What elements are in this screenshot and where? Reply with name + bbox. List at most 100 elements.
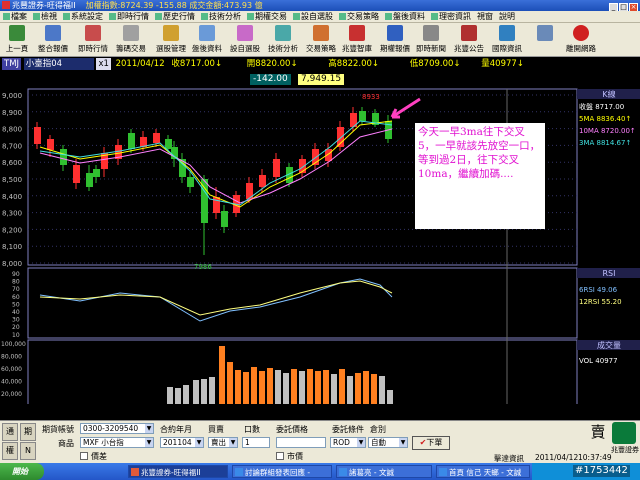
quick-btn-1[interactable]: 通 bbox=[2, 423, 18, 441]
chart-icon bbox=[201, 13, 208, 20]
cond-select[interactable]: ROD ▼ bbox=[330, 437, 366, 448]
ma-legend-item: 10MA 8720.00↑ bbox=[579, 127, 636, 135]
price-tick: 8,300 bbox=[2, 210, 22, 218]
menu-watchlist[interactable]: 設自選股 bbox=[290, 11, 336, 23]
rsi-tick: 60 bbox=[12, 294, 20, 301]
price-input[interactable] bbox=[276, 437, 326, 448]
rsi-tick: 40 bbox=[12, 309, 20, 316]
data-icon bbox=[199, 25, 215, 41]
menu-research[interactable]: 理密資訊 bbox=[428, 11, 474, 23]
volume-bar bbox=[323, 370, 329, 404]
realtime-quote-button[interactable]: 即時行情 bbox=[78, 24, 108, 56]
menu-history[interactable]: 歷史行情 bbox=[152, 11, 198, 23]
start-button[interactable]: 開始 bbox=[0, 463, 44, 480]
candle-body bbox=[337, 127, 344, 147]
history-icon bbox=[155, 13, 162, 20]
strategy-icon bbox=[339, 13, 346, 20]
stop-icon bbox=[573, 25, 589, 41]
task-forum[interactable]: 討論群組發表回應 - bbox=[232, 465, 332, 478]
index-ticker: 加權指數:8724.39 -155.88 成交金額:473.93 億 bbox=[85, 1, 263, 10]
think-tank-button[interactable]: 兆豐智庫 bbox=[342, 24, 372, 56]
rsi-tick: 70 bbox=[12, 286, 20, 293]
menu-options[interactable]: 期權交易 bbox=[244, 11, 290, 23]
product-selector[interactable]: 小臺指04 bbox=[23, 58, 94, 70]
network-button[interactable] bbox=[530, 24, 560, 56]
month-select[interactable]: 201104 ▼ bbox=[160, 437, 204, 448]
month-label: 合約年月 bbox=[160, 425, 192, 434]
integrated-quote-button[interactable]: 整合報價 bbox=[38, 24, 68, 56]
quick-btn-2[interactable]: 期 bbox=[20, 423, 36, 441]
open-price: 開8820.00↓ bbox=[246, 59, 298, 69]
volume-bar bbox=[175, 388, 181, 404]
rsi-tick: 50 bbox=[12, 301, 20, 308]
title-bar: 兆豐證券-旺得福II 加權指數:8724.39 -155.88 成交金額:473.… bbox=[0, 0, 640, 12]
rsi-legend-item: 6RSI 49.06 bbox=[579, 286, 618, 294]
open-select[interactable]: 自動 ▼ bbox=[368, 437, 408, 448]
side-select[interactable]: 賣出 ▼ bbox=[208, 437, 238, 448]
submit-order-button[interactable]: ✔下單 bbox=[412, 436, 450, 450]
announcement-button[interactable]: 兆豐公告 bbox=[454, 24, 484, 56]
sell-big-button[interactable]: 賣 bbox=[588, 422, 608, 442]
candle-body bbox=[34, 127, 41, 144]
candle-body bbox=[325, 149, 332, 161]
browser-icon bbox=[339, 468, 347, 476]
volume-tick: 40,000 bbox=[1, 379, 22, 386]
symbol-field[interactable]: TMJ bbox=[2, 58, 22, 70]
legend-title-1: RSI bbox=[603, 269, 616, 278]
quick-btn-4[interactable]: N bbox=[20, 442, 36, 460]
account-select[interactable]: 0300-3209540 ▼ bbox=[80, 423, 154, 434]
volume: 量40977↓ bbox=[481, 59, 524, 69]
market-checkbox[interactable] bbox=[276, 452, 284, 460]
volume-bar bbox=[201, 379, 207, 404]
volume-bar bbox=[259, 371, 265, 404]
task-note[interactable]: 諸葛亮 - 文誠 bbox=[336, 465, 432, 478]
price-tick: 9,000 bbox=[2, 92, 22, 100]
menu-help[interactable]: 說明 bbox=[496, 11, 518, 23]
watermark: #1753442 bbox=[573, 465, 630, 477]
file-icon bbox=[3, 13, 10, 20]
product-select[interactable]: MXF 小台指 ▼ bbox=[80, 437, 154, 448]
options-quote-button[interactable]: 期權報價 bbox=[380, 24, 410, 56]
afterhours-button[interactable]: 盤後資料 bbox=[192, 24, 222, 56]
menu-view[interactable]: 檢視 bbox=[30, 11, 60, 23]
period-selector[interactable]: x1 bbox=[96, 58, 111, 70]
select-icon bbox=[163, 25, 179, 41]
volume-bar bbox=[193, 380, 199, 404]
candle-body bbox=[359, 111, 366, 121]
menu-afterhours[interactable]: 盤後資料 bbox=[382, 11, 428, 23]
disconnect-button[interactable]: 離開網路 bbox=[566, 24, 596, 56]
task-home[interactable]: 首頁 信己 天螂 - 文誠 bbox=[436, 465, 530, 478]
volume-bar bbox=[307, 369, 313, 404]
menu-window[interactable]: 視窗 bbox=[474, 11, 496, 23]
back-button[interactable]: 上一頁 bbox=[2, 24, 32, 56]
dropdown-arrow-icon: ▼ bbox=[357, 438, 365, 447]
volume-bar bbox=[209, 377, 215, 404]
menu-settings[interactable]: 系統設定 bbox=[60, 11, 106, 23]
news-button[interactable]: 即時新聞 bbox=[416, 24, 446, 56]
watchlist-button[interactable]: 設自選股 bbox=[230, 24, 260, 56]
spread-checkbox[interactable] bbox=[80, 452, 88, 460]
stock-select-button[interactable]: 選股管理 bbox=[156, 24, 186, 56]
candle-body bbox=[153, 133, 160, 143]
menu-technical[interactable]: 技術分析 bbox=[198, 11, 244, 23]
quick-btn-3[interactable]: 權 bbox=[2, 442, 18, 460]
qty-input[interactable]: 1 bbox=[242, 437, 270, 448]
last-value: 7,949.15 bbox=[298, 74, 345, 85]
volume-bar bbox=[347, 376, 353, 404]
rsi-tick: 20 bbox=[12, 324, 20, 331]
task-app-main[interactable]: 兆豐證券-旺得福II bbox=[128, 465, 228, 478]
menu-realtime[interactable]: 即時行情 bbox=[106, 11, 152, 23]
technical-button[interactable]: 技術分析 bbox=[268, 24, 298, 56]
chip-trade-button[interactable]: 籌碼交易 bbox=[116, 24, 146, 56]
browser-icon bbox=[235, 468, 243, 476]
rsi-line-12 bbox=[39, 280, 393, 316]
intl-info-button[interactable]: 國際資訊 bbox=[492, 24, 522, 56]
volume-bar bbox=[387, 390, 393, 404]
volume-tick: 60,000 bbox=[1, 366, 22, 373]
options-icon bbox=[387, 25, 403, 41]
rsi-line-6 bbox=[39, 278, 393, 322]
price-tick: 8,500 bbox=[2, 176, 22, 184]
menu-strategy[interactable]: 交易策略 bbox=[336, 11, 382, 23]
strategy-button[interactable]: 交易策略 bbox=[306, 24, 336, 56]
menu-file[interactable]: 檔案 bbox=[0, 11, 30, 23]
